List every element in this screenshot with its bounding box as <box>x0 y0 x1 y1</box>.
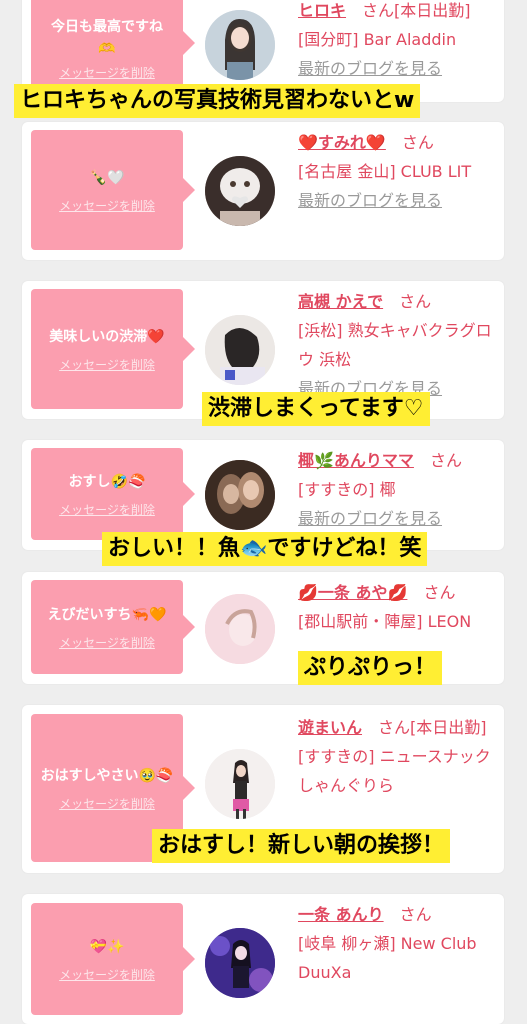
message-card: 💝✨ メッセージを削除 一条 あんり さん [岐阜 柳ヶ瀬] New Club … <box>22 894 504 1024</box>
message-text: 今日も最高ですね 🫶 <box>51 18 163 57</box>
shop-name: [すすきの] ニュースナックしゃんぐりら <box>298 747 491 795</box>
profile-name-link[interactable]: 遊まいん <box>298 718 362 737</box>
delete-message-link[interactable]: メッセージを削除 <box>59 197 155 214</box>
honorific: さん <box>399 292 432 311</box>
message-text: おはすしやさい🥹🍣 <box>40 767 174 784</box>
photo-caption: ぷりぷりっ！ <box>298 651 443 685</box>
profile-name-link[interactable]: 高槻 かえで <box>298 292 383 311</box>
latest-blog-link[interactable]: 最新のブログを見る <box>298 59 442 78</box>
profile-name-link[interactable]: ヒロキ <box>298 1 346 20</box>
profile-name-link[interactable]: 一条 あんり <box>298 905 384 924</box>
delete-message-link[interactable]: メッセージを削除 <box>59 966 155 983</box>
delete-message-link[interactable]: メッセージを削除 <box>59 501 155 518</box>
delete-message-link[interactable]: メッセージを削除 <box>59 634 155 651</box>
status-badge: [本日出勤] <box>410 718 487 737</box>
shop-name: [国分町] Bar Aladdin <box>298 30 457 49</box>
message-bubble: 🍾🤍 メッセージを削除 <box>31 130 195 250</box>
message-card: 🍾🤍 メッセージを削除 ❤️すみれ❤️ さん [名古屋 金山] CLUB LIT… <box>22 122 504 260</box>
profile-name-link[interactable]: 💋一条 あや💋 <box>298 583 407 602</box>
profile-name-link[interactable]: 椰🌿あんりママ <box>298 451 414 470</box>
message-bubble: 💝✨ メッセージを削除 <box>31 903 195 1015</box>
message-text: おすし🤣🍣 <box>68 473 146 490</box>
latest-blog-link[interactable]: 最新のブログを見る <box>298 509 442 528</box>
shop-name: [郡山駅前・陣屋] LEON <box>298 612 472 631</box>
profile-info: 高槻 かえで さん [浜松] 熟女キャバクラグロウ 浜松 最新のブログを見る <box>298 287 498 403</box>
avatar[interactable] <box>205 315 275 385</box>
avatar[interactable] <box>205 594 275 664</box>
avatar[interactable] <box>205 460 275 530</box>
photo-caption: おしい！！魚🐟ですけどね！笑 <box>102 532 428 566</box>
avatar[interactable] <box>205 10 275 80</box>
avatar[interactable] <box>205 928 275 998</box>
status-badge: [本日出勤] <box>394 1 471 20</box>
shop-name: [岐阜 柳ヶ瀬] New Club DuuXa <box>298 934 477 982</box>
honorific: さん <box>423 583 456 602</box>
avatar[interactable] <box>205 749 275 819</box>
photo-caption: ヒロキちゃんの写真技術見習わないとw <box>14 84 421 118</box>
message-text: えびだいすち🦐🧡 <box>47 606 167 623</box>
photo-caption: 渋滞しまくってます♡ <box>202 392 430 426</box>
honorific: さん <box>378 718 411 737</box>
delete-message-link[interactable]: メッセージを削除 <box>59 795 155 812</box>
honorific: さん <box>362 1 395 20</box>
photo-caption: おはすし！新しい朝の挨拶！ <box>152 829 451 863</box>
profile-info: 遊まいん さん[本日出勤] [すすきの] ニュースナックしゃんぐりら <box>298 713 498 800</box>
honorific: さん <box>399 905 432 924</box>
message-bubble: 美味しいの渋滞❤️ メッセージを削除 <box>31 289 195 409</box>
avatar[interactable] <box>205 156 275 226</box>
message-text: 🍾🤍 <box>89 169 125 186</box>
profile-info: ❤️すみれ❤️ さん [名古屋 金山] CLUB LIT 最新のブログを見る <box>298 128 498 215</box>
honorific: さん <box>429 451 462 470</box>
shop-name: [名古屋 金山] CLUB LIT <box>298 162 472 181</box>
shop-name: [すすきの] 椰 <box>298 480 396 499</box>
profile-info: 一条 あんり さん [岐阜 柳ヶ瀬] New Club DuuXa <box>298 900 498 987</box>
honorific: さん <box>401 133 434 152</box>
latest-blog-link[interactable]: 最新のブログを見る <box>298 191 442 210</box>
message-text: 💝✨ <box>89 938 125 955</box>
profile-info: 椰🌿あんりママ さん [すすきの] 椰 最新のブログを見る <box>298 446 498 533</box>
profile-info: ヒロキ さん[本日出勤] [国分町] Bar Aladdin 最新のブログを見る <box>298 0 498 83</box>
shop-name: [浜松] 熟女キャバクラグロウ 浜松 <box>298 321 492 369</box>
message-text: 美味しいの渋滞❤️ <box>49 328 165 345</box>
delete-message-link[interactable]: メッセージを削除 <box>59 356 155 373</box>
profile-info: 💋一条 あや💋 さん [郡山駅前・陣屋] LEON <box>298 578 498 636</box>
delete-message-link[interactable]: メッセージを削除 <box>59 64 155 81</box>
profile-name-link[interactable]: ❤️すみれ❤️ <box>298 133 386 152</box>
message-bubble: えびだいすち🦐🧡 メッセージを削除 <box>31 580 195 674</box>
message-bubble: おすし🤣🍣 メッセージを削除 <box>31 448 195 540</box>
